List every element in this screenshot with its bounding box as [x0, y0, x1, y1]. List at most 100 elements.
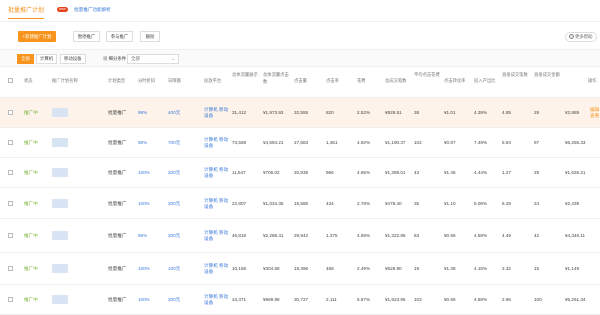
table-row[interactable]: 推广中 批量推广 98% 400元 31,412 ¥1,973.93 32,555 820 2.… — [0, 98, 600, 128]
top-bar: 批量推广计划 new 批量推广功能解析 — [0, 0, 600, 22]
cell-limit[interactable]: 200元 — [168, 233, 180, 239]
col-direct-count: 直接成交笔数 — [502, 72, 528, 77]
cell-fav: 100 — [534, 297, 542, 302]
col-direct-amount: 直接成交金额 — [534, 72, 560, 77]
status-label: 推广中 — [24, 297, 38, 302]
platform-link[interactable]: 计算机 移动设备 — [204, 198, 232, 210]
row-checkbox[interactable] — [8, 110, 13, 115]
cell-cpc: ¥1.10 — [444, 201, 456, 206]
status-label: 推广中 — [24, 110, 38, 115]
col-cost: 花费 — [357, 78, 366, 83]
cell-limit[interactable]: 200元 — [168, 297, 180, 303]
platform-link[interactable]: 计算机 移动设备 — [204, 230, 232, 242]
cell-impr: 73,568 — [232, 140, 247, 145]
cell-clicks_total: ¥989.98 — [263, 297, 280, 302]
filter-select[interactable]: 全部 ⌄ — [127, 54, 179, 64]
new-plan-button[interactable]: +新建推广计划 — [18, 31, 56, 42]
tab-batch-plan[interactable]: 批量推广计划 — [8, 5, 45, 19]
cell-discount[interactable]: 98% — [138, 110, 147, 115]
plan-name-redacted — [52, 138, 68, 147]
cell-limit[interactable]: 200元 — [168, 170, 180, 176]
cell-deal: 63 — [414, 233, 420, 238]
cell-cost: ¥628.90 — [385, 266, 402, 271]
row-checkbox[interactable] — [8, 233, 13, 238]
cell-cvr: 4.88% — [474, 297, 488, 302]
filter-more-link[interactable]: ▦ 细分条件 — [103, 56, 126, 62]
join-button[interactable]: 参与推广 — [106, 31, 133, 42]
table-row[interactable]: 推广中 批量推广 98% 200元 46,818 ¥2,288.41 29,942 1,375… — [0, 219, 600, 253]
platform-link[interactable]: 计算机 移动设备 — [204, 167, 232, 179]
cell-discount[interactable]: 98% — [138, 233, 147, 238]
cell-roi: 4.85 — [502, 110, 511, 115]
status-label: 推广中 — [24, 233, 38, 238]
filter-tab-all[interactable]: 全部 — [17, 54, 34, 64]
view-link[interactable]: 查看 — [590, 113, 599, 119]
row-checkbox[interactable] — [8, 297, 13, 302]
cell-clicks_total: ¥4,694.21 — [263, 140, 284, 145]
cell-cvr: 7.49% — [474, 140, 488, 145]
cell-fav: 42 — [534, 233, 540, 238]
cell-cost: ¥1,322.85 — [385, 233, 406, 238]
cell-n1: 966 — [326, 170, 334, 175]
table-row[interactable]: 推广中 批量推广 100% 200元 11,547 ¥706.02 20,939 966 4.6… — [0, 158, 600, 188]
cell-ctr: 4.59% — [357, 233, 371, 238]
table-row[interactable]: 推广中 批量推广 98% 700元 73,568 ¥4,694.21 27,683 1,361… — [0, 128, 600, 158]
cell-deal: 19 — [414, 266, 420, 271]
row-checkbox[interactable] — [8, 266, 13, 271]
status-label: 推广中 — [24, 201, 38, 206]
cell-clicks: 29,942 — [294, 233, 309, 238]
cell-cpc: ¥1.45 — [444, 170, 456, 175]
col-type: 计划类型 — [108, 78, 126, 83]
help-icon: ? — [569, 34, 574, 40]
cell-limit[interactable]: 100元 — [168, 266, 180, 272]
table-row[interactable]: 推广中 批量推广 100% 200元 34,371 ¥989.98 30,727 2,111 6… — [0, 285, 600, 315]
cell-limit[interactable]: 400元 — [168, 110, 180, 116]
col-limit: 日限额 — [168, 78, 181, 83]
platform-link[interactable]: 计算机 移动设备 — [204, 107, 232, 119]
cell-discount[interactable]: 100% — [138, 297, 150, 302]
cell-impr: 11,547 — [232, 170, 246, 175]
cell-roi: 5.84 — [502, 140, 511, 145]
cell-cvr: 4.44% — [474, 170, 488, 175]
filter-tab-computer[interactable]: 计算机 — [36, 54, 58, 64]
cell-discount[interactable]: 100% — [138, 201, 150, 206]
delete-button[interactable]: 删除 — [140, 31, 160, 42]
select-all-checkbox[interactable] — [8, 78, 13, 83]
cell-discount[interactable]: 100% — [138, 266, 150, 271]
cell-roi: 2.96 — [502, 297, 511, 302]
filter-tab-mobile[interactable]: 移动设备 — [60, 54, 86, 64]
col-cpc: 平均点击花费 — [414, 72, 440, 77]
platform-link[interactable]: 计算机 移动设备 — [204, 294, 232, 306]
cell-fav: 29 — [534, 110, 540, 115]
platform-link[interactable]: 计算机 移动设备 — [204, 137, 232, 149]
cell-limit[interactable]: 700元 — [168, 140, 180, 146]
cell-cpc: ¥1.38 — [444, 266, 456, 271]
cell-direct: ¥2,439 — [565, 201, 580, 206]
table-row[interactable]: 推广中 批量推广 100% 200元 22,807 ¥1,034.36 15,585 434 2… — [0, 188, 600, 219]
cell-n1: 458 — [326, 266, 334, 271]
cell-discount[interactable]: 98% — [138, 140, 147, 145]
cell-fav: 24 — [534, 201, 540, 206]
help-button[interactable]: ? 更多帮助 — [565, 32, 597, 42]
toolbar: +新建推广计划 暂停推广 参与推广 删除 ? 更多帮助 — [0, 31, 600, 43]
table-row[interactable]: 推广中 批量推广 100% 100元 10,166 ¥304.68 18,396 458 2.4… — [0, 253, 600, 285]
row-checkbox[interactable] — [8, 201, 13, 206]
cell-roi: 4.49 — [502, 233, 511, 238]
cell-ctr: 4.65% — [357, 170, 371, 175]
filter-select-value: 全部 — [131, 56, 140, 61]
col-clicks-total: 总体流量点击数 — [263, 72, 289, 84]
cell-discount[interactable]: 100% — [138, 170, 150, 175]
row-ops: 编辑 查看 — [590, 107, 599, 119]
feature-guide-link[interactable]: 批量推广功能解析 — [74, 7, 111, 13]
platform-link[interactable]: 计算机 移动设备 — [204, 263, 232, 275]
cell-n1: 2,111 — [326, 297, 337, 302]
cell-cvr: 4.58% — [474, 233, 488, 238]
row-checkbox[interactable] — [8, 140, 13, 145]
pause-button[interactable]: 暂停推广 — [73, 31, 100, 42]
cell-deal: 103 — [414, 297, 422, 302]
cell-limit[interactable]: 200元 — [168, 201, 180, 207]
row-checkbox[interactable] — [8, 170, 13, 175]
cell-direct: ¥1,149 — [565, 266, 580, 271]
cell-cvr: 4.39% — [474, 110, 488, 115]
cell-cost: ¥1,823.95 — [385, 297, 406, 302]
